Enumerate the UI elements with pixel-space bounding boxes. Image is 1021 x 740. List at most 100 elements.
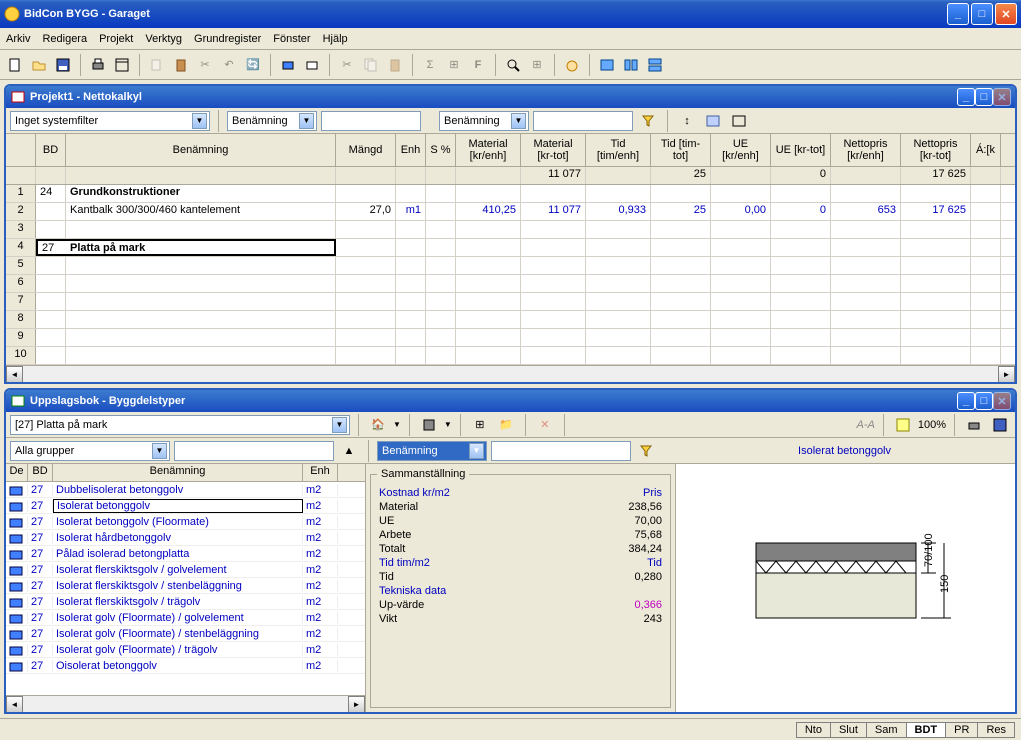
- tool-icon[interactable]: [418, 414, 440, 436]
- filter-icon[interactable]: [637, 110, 659, 132]
- status-tab-res[interactable]: Res: [977, 722, 1015, 738]
- group-filter-text[interactable]: [174, 441, 334, 461]
- sort-icon[interactable]: ↕: [676, 110, 698, 132]
- delete-icon[interactable]: ✕: [534, 414, 556, 436]
- group-filter-combo[interactable]: Alla grupper▼: [10, 441, 170, 461]
- list-item[interactable]: 27Isolerat hårdbetonggolvm2: [6, 530, 365, 546]
- column-header[interactable]: De: [6, 464, 28, 481]
- search-text[interactable]: [491, 441, 631, 461]
- category-combo[interactable]: [27] Platta på mark▼: [10, 415, 350, 435]
- status-tab-pr[interactable]: PR: [945, 722, 978, 738]
- horizontal-scrollbar[interactable]: ◄►: [6, 695, 365, 712]
- columns-icon[interactable]: [702, 110, 724, 132]
- menu-projekt[interactable]: Projekt: [99, 33, 133, 45]
- column-header[interactable]: Material [kr-tot]: [521, 134, 586, 166]
- status-tab-sam[interactable]: Sam: [866, 722, 907, 738]
- status-tab-slut[interactable]: Slut: [830, 722, 867, 738]
- sum-icon[interactable]: Σ: [419, 54, 441, 76]
- menu-hjälp[interactable]: Hjälp: [323, 33, 348, 45]
- list-item[interactable]: 27Isolerat flerskiktsgolv / trägolvm2: [6, 594, 365, 610]
- horizontal-scrollbar[interactable]: ◄►: [6, 365, 1015, 382]
- column-header[interactable]: [6, 134, 36, 166]
- print-icon[interactable]: [87, 54, 109, 76]
- list-item[interactable]: 27Isolerat betonggolvm2: [6, 498, 365, 514]
- column-header[interactable]: Benämning: [66, 134, 336, 166]
- home-icon[interactable]: 🏠: [367, 414, 389, 436]
- list-item[interactable]: 27Isolerat betonggolv (Floormate)m2: [6, 514, 365, 530]
- column-header[interactable]: BD: [36, 134, 66, 166]
- folder-icon[interactable]: 📁: [495, 414, 517, 436]
- menu-fönster[interactable]: Fönster: [273, 33, 310, 45]
- preview-icon[interactable]: [111, 54, 133, 76]
- window-icon-2[interactable]: [620, 54, 642, 76]
- close-button[interactable]: ✕: [995, 3, 1017, 25]
- cut-icon[interactable]: ✂: [194, 54, 216, 76]
- filter-column-combo-2[interactable]: Benämning▼: [439, 111, 529, 131]
- menu-redigera[interactable]: Redigera: [42, 33, 87, 45]
- table-row[interactable]: 124Grundkonstruktioner: [6, 185, 1015, 203]
- scroll-up-icon[interactable]: ▲: [338, 440, 360, 462]
- mdi-minimize-button[interactable]: _: [957, 88, 975, 106]
- column-header[interactable]: Tid [tim-tot]: [651, 134, 711, 166]
- column-header[interactable]: UE [kr/enh]: [711, 134, 771, 166]
- mdi-maximize-button[interactable]: □: [975, 392, 993, 410]
- table-row[interactable]: 2Kantbalk 300/300/460 kantelement27,0m14…: [6, 203, 1015, 221]
- mdi-minimize-button[interactable]: _: [957, 392, 975, 410]
- column-header[interactable]: Enh: [303, 464, 338, 481]
- paste-icon[interactable]: [170, 54, 192, 76]
- save-icon[interactable]: [989, 414, 1011, 436]
- table-row[interactable]: 5: [6, 257, 1015, 275]
- column-header[interactable]: Tid [tim/enh]: [586, 134, 651, 166]
- tool-icon-1[interactable]: [277, 54, 299, 76]
- tool-icon-2[interactable]: [301, 54, 323, 76]
- list-item[interactable]: 27Isolerat golv (Floormate) / stenbelägg…: [6, 626, 365, 642]
- table-row[interactable]: 8: [6, 311, 1015, 329]
- tool-icon-3[interactable]: ⊞: [443, 54, 465, 76]
- filter-value-2[interactable]: [533, 111, 633, 131]
- window-icon-3[interactable]: [644, 54, 666, 76]
- column-header[interactable]: BD: [28, 464, 53, 481]
- list-item[interactable]: 27Isolerat golv (Floormate) / trägolvm2: [6, 642, 365, 658]
- maximize-button[interactable]: □: [971, 3, 993, 25]
- print-icon[interactable]: [963, 414, 985, 436]
- filter-icon[interactable]: [635, 440, 657, 462]
- window-icon-1[interactable]: [596, 54, 618, 76]
- tool-paste-icon[interactable]: [384, 54, 406, 76]
- settings-icon[interactable]: [728, 110, 750, 132]
- table-row[interactable]: 9: [6, 329, 1015, 347]
- column-header[interactable]: Nettopris [kr/enh]: [831, 134, 901, 166]
- timer-icon[interactable]: [561, 54, 583, 76]
- undo-icon[interactable]: ↶: [218, 54, 240, 76]
- list-item[interactable]: 27Dubbelisolerat betonggolvm2: [6, 482, 365, 498]
- list-item[interactable]: 27Isolerat flerskiktsgolv / golvelementm…: [6, 562, 365, 578]
- column-header[interactable]: UE [kr-tot]: [771, 134, 831, 166]
- system-filter-combo[interactable]: Inget systemfilter▼: [10, 111, 210, 131]
- table-row[interactable]: 7: [6, 293, 1015, 311]
- column-header[interactable]: Nettopris [kr-tot]: [901, 134, 971, 166]
- table-row[interactable]: 10: [6, 347, 1015, 365]
- filter-value-1[interactable]: [321, 111, 421, 131]
- save-icon[interactable]: [52, 54, 74, 76]
- menu-arkiv[interactable]: Arkiv: [6, 33, 30, 45]
- filter-column-combo-1[interactable]: Benämning▼: [227, 111, 317, 131]
- column-header[interactable]: Á:[k: [971, 134, 1001, 166]
- tool-cut-icon[interactable]: ✂: [336, 54, 358, 76]
- expand-icon[interactable]: ⊞: [469, 414, 491, 436]
- list-item[interactable]: 27Isolerat flerskiktsgolv / stenbeläggni…: [6, 578, 365, 594]
- column-header[interactable]: Material [kr/enh]: [456, 134, 521, 166]
- column-header[interactable]: Benämning: [53, 464, 303, 481]
- mdi-maximize-button[interactable]: □: [975, 88, 993, 106]
- search-column-combo[interactable]: Benämning▼: [377, 441, 487, 461]
- new-icon[interactable]: [4, 54, 26, 76]
- menu-verktyg[interactable]: Verktyg: [145, 33, 182, 45]
- table-row[interactable]: 3: [6, 221, 1015, 239]
- refresh-icon[interactable]: 🔄: [242, 54, 264, 76]
- copy-icon[interactable]: [146, 54, 168, 76]
- tool-copy-icon[interactable]: [360, 54, 382, 76]
- column-header[interactable]: Enh: [396, 134, 426, 166]
- bold-icon[interactable]: F: [467, 54, 489, 76]
- table-row[interactable]: 427Platta på mark: [6, 239, 1015, 257]
- goto-icon[interactable]: ⊞: [526, 54, 548, 76]
- minimize-button[interactable]: _: [947, 3, 969, 25]
- status-tab-bdt[interactable]: BDT: [906, 722, 947, 738]
